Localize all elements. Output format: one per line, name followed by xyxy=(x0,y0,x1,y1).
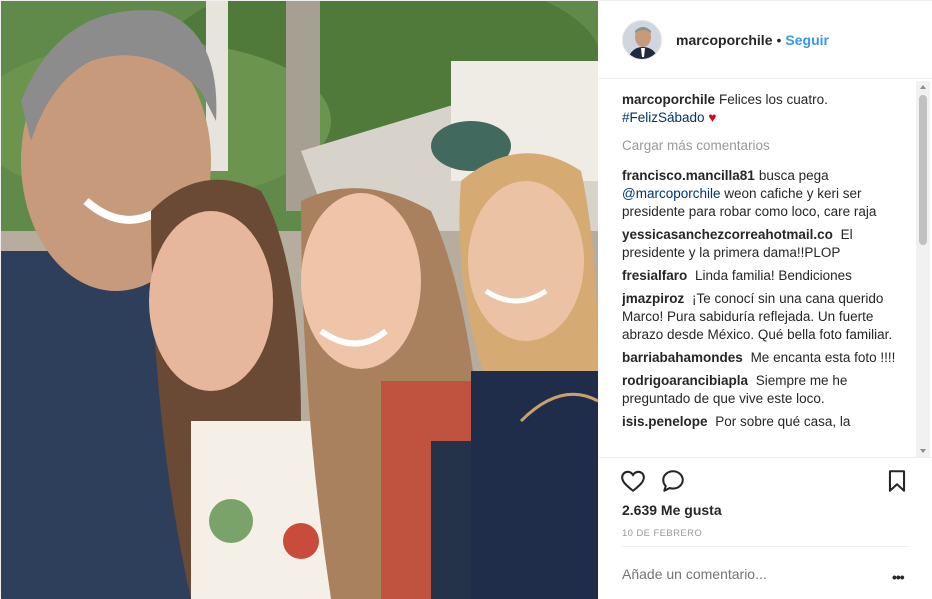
caption-hashtag[interactable]: #FelizSábado xyxy=(622,110,705,125)
comment-text: Linda familia! Bendiciones xyxy=(695,268,852,283)
comment-text: Por sobre qué casa, la xyxy=(715,414,851,429)
comment-username[interactable]: jmazpiroz xyxy=(622,291,684,306)
follow-button[interactable]: Seguir xyxy=(785,32,829,48)
comment-username[interactable]: isis.penelope xyxy=(622,414,708,429)
comment-username[interactable]: fresialfaro xyxy=(622,268,687,283)
scroll-thumb[interactable] xyxy=(919,95,927,245)
comment-username[interactable]: barriabahamondes xyxy=(622,350,743,365)
post-actions-area: 2.639 Me gusta 10 DE FEBRERO ••• xyxy=(598,457,932,599)
speech-bubble-icon[interactable] xyxy=(660,468,688,496)
comments-scrollbar[interactable] xyxy=(916,81,930,457)
bookmark-icon[interactable] xyxy=(884,468,912,496)
load-more-comments-button[interactable]: Cargar más comentarios xyxy=(622,137,912,155)
divider xyxy=(622,546,910,547)
comment-item: rodrigoarancibiapla Siempre me he pregun… xyxy=(622,372,912,408)
instagram-post: marcoporchile • Seguir marcoporchile Feli… xyxy=(0,0,932,599)
comment-username[interactable]: rodrigoarancibiapla xyxy=(622,373,748,388)
comment-item: yessicasanchezcorreahotmail.co El presid… xyxy=(622,226,912,262)
comment-text: busca pega xyxy=(758,168,829,183)
likes-count[interactable]: 2.639 Me gusta xyxy=(622,502,722,518)
scroll-up-arrow-icon[interactable] xyxy=(920,85,926,89)
caption-text: Felices los cuatro. xyxy=(719,92,828,107)
comment-mention[interactable]: @marcoporchile xyxy=(622,186,721,201)
comment-item: fresialfaro Linda familia! Bendiciones xyxy=(622,267,912,285)
comment-item: barriabahamondes Me encanta esta foto !!… xyxy=(622,349,912,367)
comment-text: Me encanta esta foto !!!! xyxy=(750,350,896,365)
comment-item: isis.penelope Por sobre qué casa, la xyxy=(622,413,912,431)
post-header: marcoporchile • Seguir xyxy=(598,1,932,79)
heart-outline-icon[interactable] xyxy=(620,468,648,496)
comment-item: jmazpiroz ¡Te conocí sin una cana querid… xyxy=(622,290,912,344)
ellipsis-icon[interactable]: ••• xyxy=(892,569,905,585)
post-date[interactable]: 10 DE FEBRERO xyxy=(622,528,702,539)
add-comment-input[interactable] xyxy=(622,566,872,582)
comments-list: marcoporchile Felices los cuatro. #FelizS… xyxy=(622,91,912,457)
post-side-panel: marcoporchile • Seguir marcoporchile Feli… xyxy=(598,1,932,599)
action-bar xyxy=(620,468,910,496)
separator-dot: • xyxy=(776,31,782,48)
family-selfie-illustration xyxy=(1,1,598,599)
scroll-down-arrow-icon[interactable] xyxy=(920,449,926,453)
author-avatar[interactable] xyxy=(622,19,662,60)
post-photo[interactable] xyxy=(1,1,598,599)
comment-username[interactable]: francisco.mancilla81 xyxy=(622,168,755,183)
author-username[interactable]: marcoporchile xyxy=(676,32,772,48)
comment-item: francisco.mancilla81 busca pega @marcopor… xyxy=(622,167,912,221)
caption-username[interactable]: marcoporchile xyxy=(622,92,715,107)
heart-emoji: ♥ xyxy=(708,110,717,125)
avatar-image xyxy=(623,20,661,59)
caption: marcoporchile Felices los cuatro. #FelizS… xyxy=(622,91,912,127)
comment-username[interactable]: yessicasanchezcorreahotmail.co xyxy=(622,227,833,242)
